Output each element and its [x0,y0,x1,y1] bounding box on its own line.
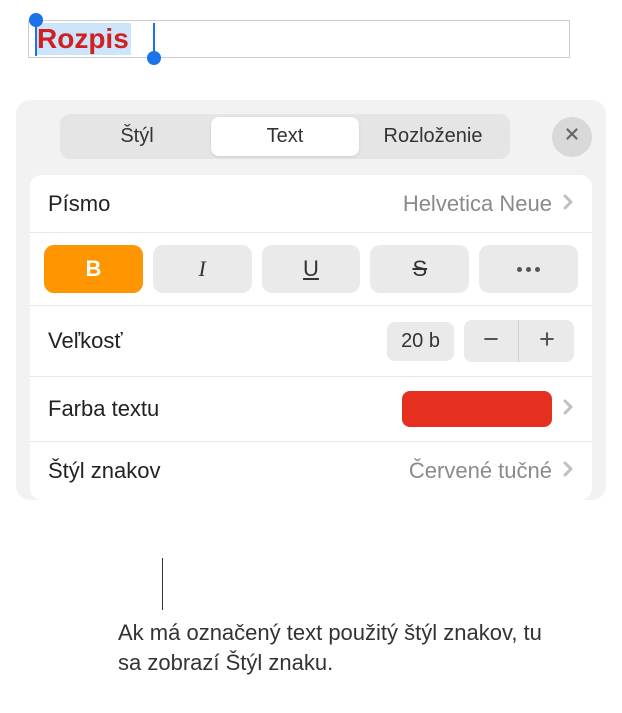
close-icon [563,125,581,148]
chevron-right-icon [562,458,574,484]
tab-layout[interactable]: Rozloženie [359,117,507,156]
format-panel: Štýl Text Rozloženie Písmo Helvetica Neu… [16,100,606,500]
selected-text[interactable]: Rozpis [35,23,131,55]
underline-button[interactable]: U [262,245,361,293]
size-decrement-button[interactable] [464,320,519,362]
close-button[interactable] [552,117,592,157]
character-style-value: Červené tučné [409,458,552,484]
tab-text[interactable]: Text [211,117,359,156]
selection-handle-start[interactable] [29,13,43,27]
more-icon [517,267,540,272]
font-value: Helvetica Neue [403,191,552,217]
text-color-swatch[interactable] [402,391,552,427]
selection-handle-end[interactable] [147,51,161,65]
plus-icon [537,329,557,354]
chevron-right-icon [562,191,574,217]
callout-text: Ak má označený text použitý štýl znakov,… [118,618,548,677]
callout-leader-line [162,558,163,610]
size-label: Veľkosť [48,328,123,354]
chevron-right-icon [562,396,574,422]
more-styles-button[interactable] [479,245,578,293]
text-color-row[interactable]: Farba textu [30,377,592,442]
text-settings-card: Písmo Helvetica Neue B I U S Veľkosť 20 … [30,175,592,500]
size-increment-button[interactable] [519,320,574,362]
minus-icon [481,329,501,354]
character-style-label: Štýl znakov [48,458,161,484]
font-row[interactable]: Písmo Helvetica Neue [30,175,592,233]
size-stepper [464,320,574,362]
format-tabbar: Štýl Text Rozloženie [60,114,510,159]
text-frame[interactable]: Rozpis [28,20,570,58]
font-label: Písmo [48,191,110,217]
character-style-row[interactable]: Štýl znakov Červené tučné [30,442,592,500]
size-row: Veľkosť 20 b [30,306,592,377]
font-style-buttons: B I U S [30,233,592,306]
size-input[interactable]: 20 b [387,322,454,361]
bold-button[interactable]: B [44,245,143,293]
text-color-label: Farba textu [48,396,159,422]
strikethrough-button[interactable]: S [370,245,469,293]
document-canvas: Rozpis [0,0,622,78]
italic-button[interactable]: I [153,245,252,293]
tab-style[interactable]: Štýl [63,117,211,156]
